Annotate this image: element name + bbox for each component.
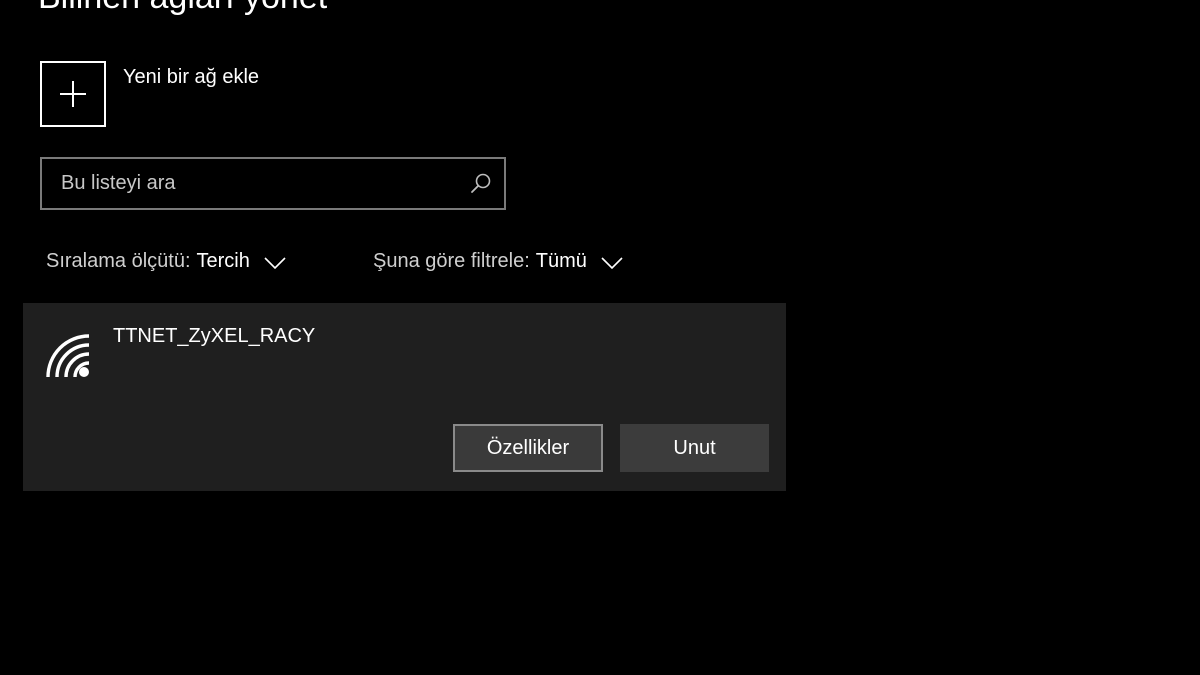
network-list-item[interactable]: TTNET_ZyXEL_RACY Özellikler Unut [23,303,786,491]
filter-dropdown[interactable]: Şuna göre filtrele: Tümü [373,250,623,273]
search-icon[interactable] [470,172,492,194]
wifi-icon [46,334,90,378]
sort-dropdown[interactable]: Sıralama ölçütü: Tercih [46,250,286,273]
plus-icon [60,81,86,107]
add-network-label: Yeni bir ağ ekle [123,66,260,88]
sort-value: Tercih [196,250,250,272]
add-network-box[interactable] [40,61,106,127]
network-name: TTNET_ZyXEL_RACY [113,325,316,347]
chevron-down-icon [264,256,286,269]
forget-button[interactable]: Unut [620,424,769,472]
search-input[interactable] [42,159,481,208]
search-box[interactable] [40,157,506,210]
sort-label: Sıralama ölçütü: [46,250,191,272]
filter-label: Şuna göre filtrele: [373,250,530,272]
page-title: Bilinen ağları yönet [38,0,327,17]
add-network-button[interactable]: Yeni bir ağ ekle [40,61,259,127]
chevron-down-icon [601,256,623,269]
filter-value: Tümü [535,250,587,272]
properties-button[interactable]: Özellikler [453,424,603,472]
